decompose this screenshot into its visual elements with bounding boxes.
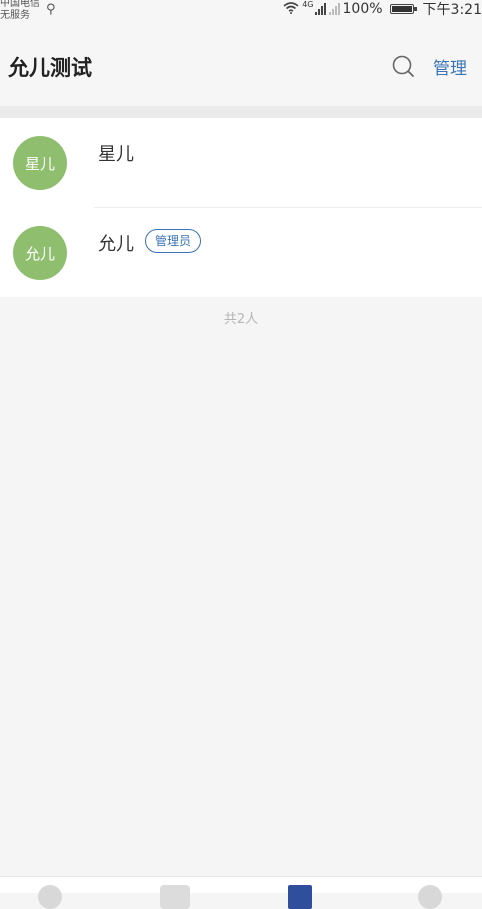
avatar: 允儿 xyxy=(13,226,67,280)
member-count: 共2人 xyxy=(223,312,259,327)
manage-button[interactable]: 管理 xyxy=(433,54,467,79)
battery-percent: 100% xyxy=(342,1,383,17)
usb-icon: ⚲ xyxy=(46,2,56,17)
nav-profile-icon[interactable] xyxy=(418,885,442,909)
search-icon[interactable] xyxy=(391,54,415,78)
list-item[interactable]: 星儿 星儿 xyxy=(0,118,482,208)
nav-contacts-icon[interactable] xyxy=(288,885,312,909)
status-bar: 中国电信 无服务 ⚲ 4G 100% 下午3:21 xyxy=(0,0,482,22)
wifi-icon xyxy=(283,1,299,17)
signal-icon xyxy=(314,3,326,15)
member-name: 星儿 xyxy=(98,144,134,165)
divider xyxy=(0,106,482,118)
nav-home-icon[interactable] xyxy=(38,885,62,909)
signal-weak-icon xyxy=(328,3,340,15)
status-time: 下午3:21 xyxy=(422,2,482,18)
admin-badge: 管理员 xyxy=(145,229,202,253)
bottom-nav xyxy=(0,876,482,909)
network-type: 4G xyxy=(302,0,314,9)
status-indicators: 4G 100% 下午3:21 xyxy=(283,0,482,18)
member-name: 允儿 xyxy=(98,234,134,255)
member-list: 星儿 星儿 允儿 允儿 管理员 xyxy=(0,118,482,297)
battery-icon xyxy=(389,4,417,14)
header: 允儿测试 管理 xyxy=(0,22,482,106)
carrier-name: 中国电信 xyxy=(0,0,40,9)
page-title: 允儿测试 xyxy=(8,56,92,80)
avatar: 星儿 xyxy=(13,136,67,190)
carrier-info: 中国电信 无服务 xyxy=(0,0,40,22)
list-item[interactable]: 允儿 允儿 管理员 xyxy=(0,208,482,297)
nav-chat-icon[interactable] xyxy=(160,885,190,909)
carrier-service: 无服务 xyxy=(0,10,30,21)
